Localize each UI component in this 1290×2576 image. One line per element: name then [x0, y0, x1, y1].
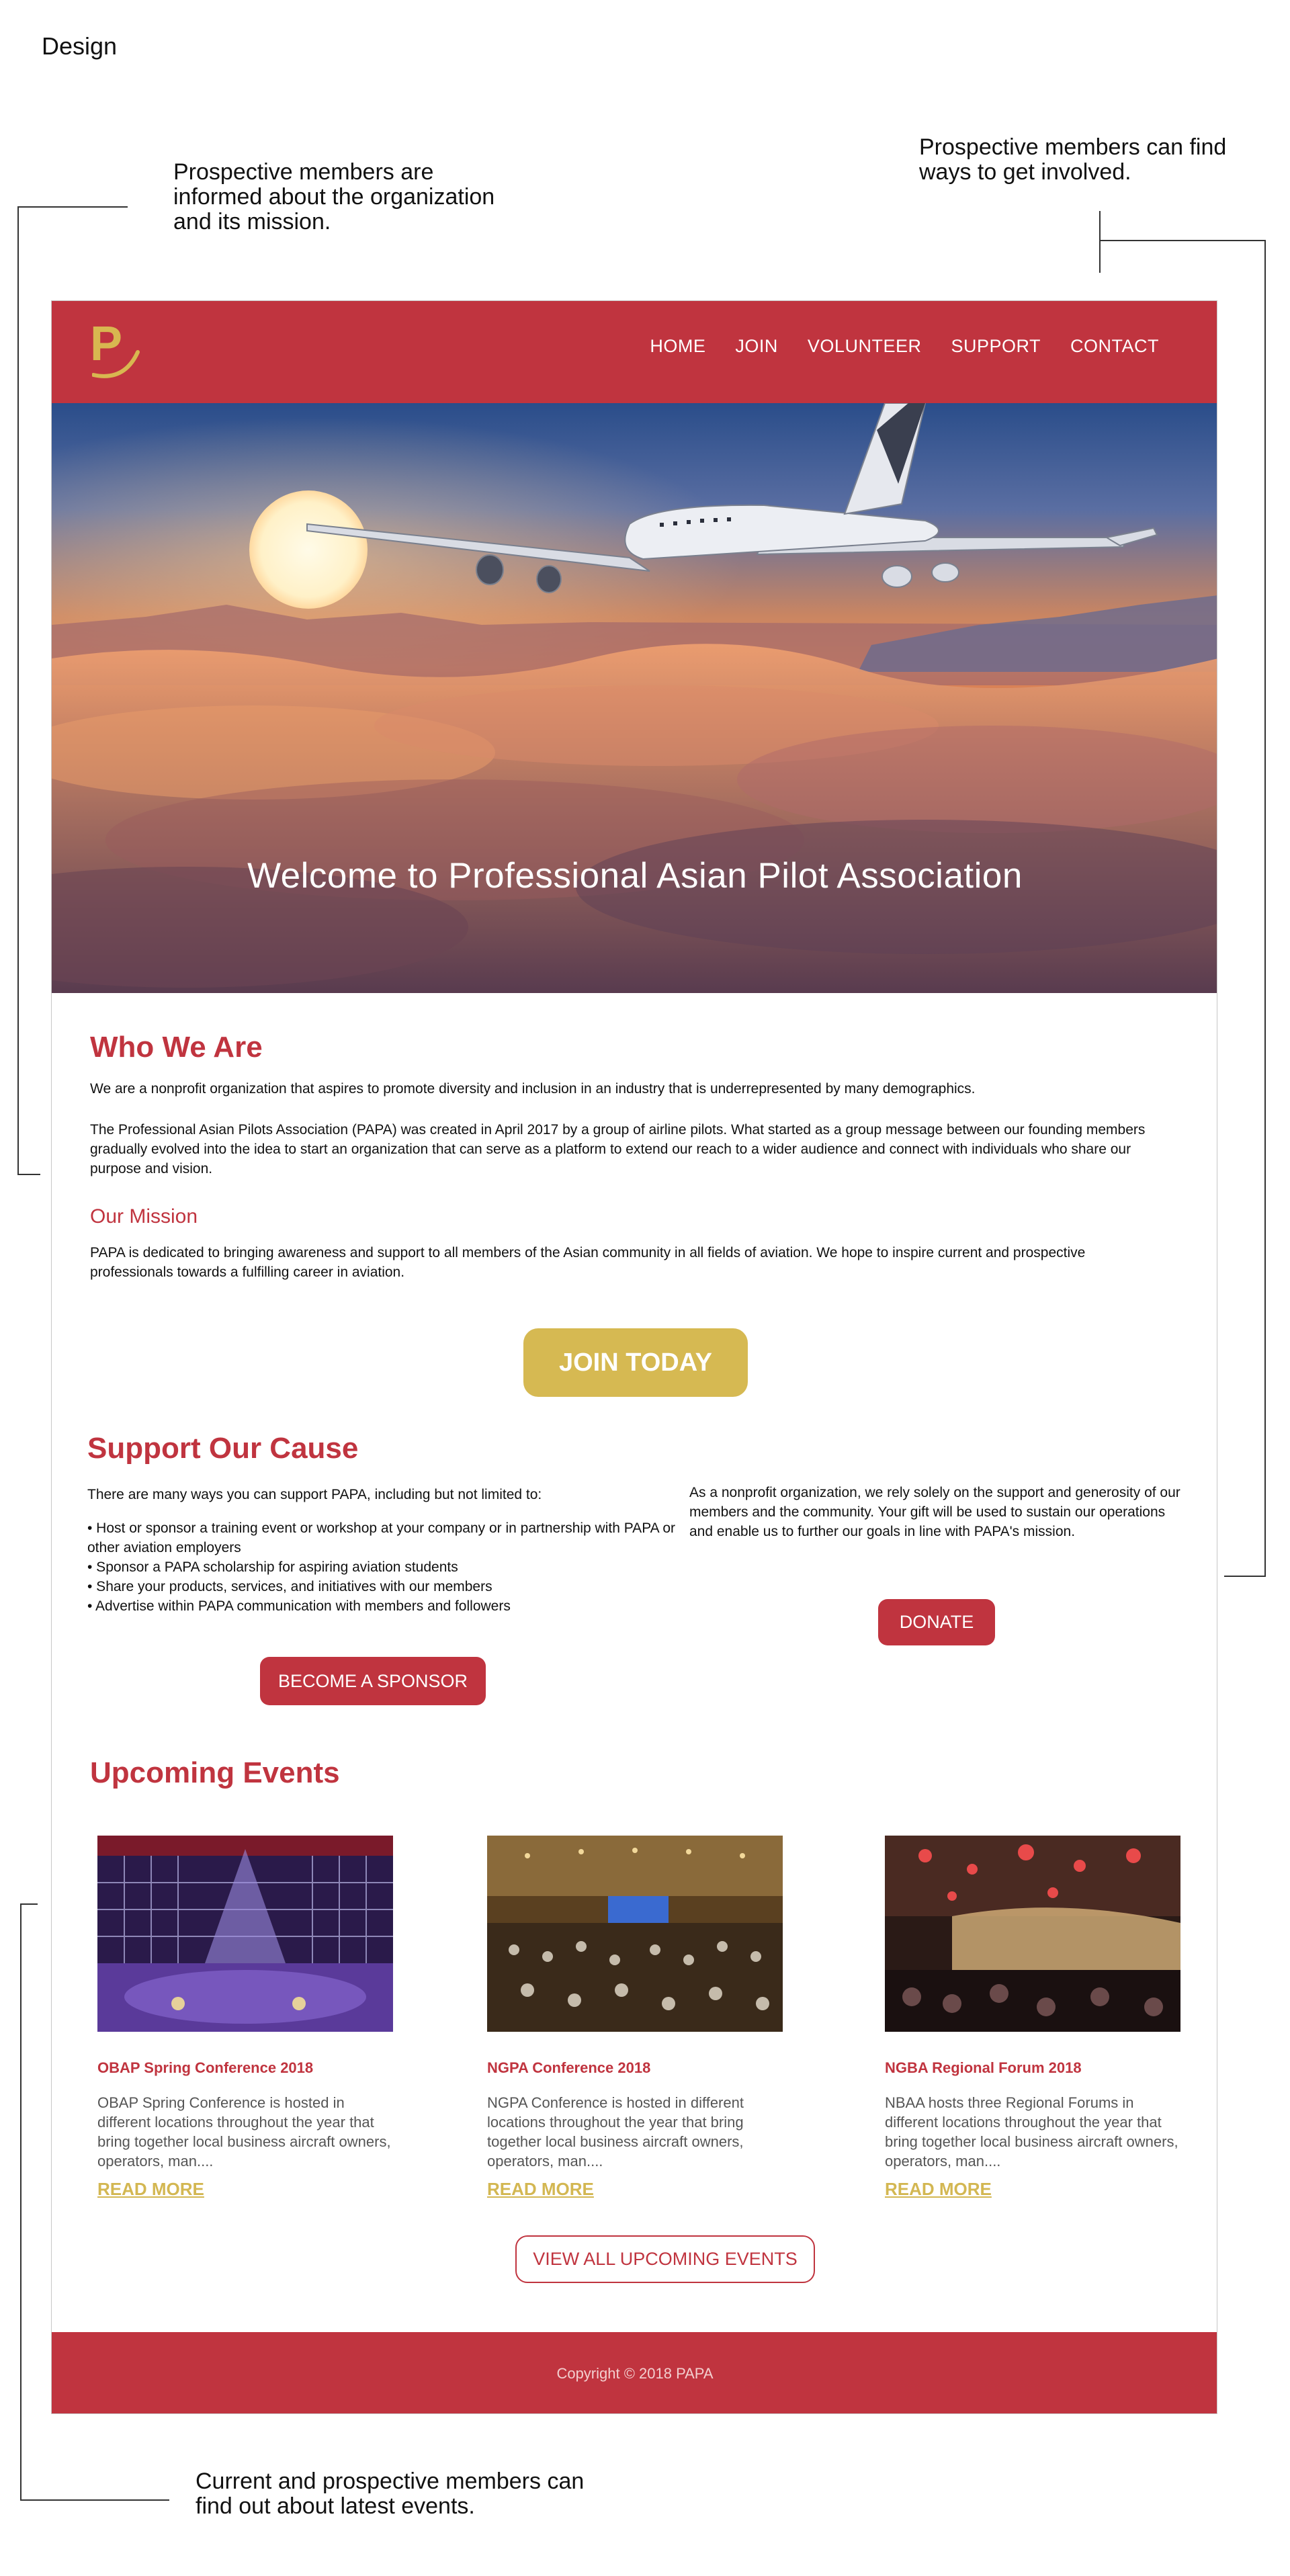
annotation-bracket-events — [20, 1903, 22, 2500]
annotation-bracket-involved-right — [1264, 240, 1266, 1576]
annotation-involved: Prospective members can find ways to get… — [919, 134, 1227, 185]
site-header: P HOME JOIN VOLUNTEER SUPPORT CONTACT — [52, 301, 1217, 403]
event-image[interactable] — [885, 1836, 1180, 2032]
read-more-link[interactable]: READ MORE — [885, 2179, 992, 2200]
donation-text: As a nonprofit organization, we rely sol… — [689, 1485, 1180, 1539]
event-description: NGPA Conference is hosted in different l… — [487, 2094, 744, 2170]
list-item: • Sponsor a PAPA scholarship for aspirin… — [87, 1559, 458, 1575]
donate-button[interactable]: DONATE — [878, 1599, 995, 1645]
event-image[interactable] — [487, 1836, 783, 2032]
mission-text: PAPA is dedicated to bringing awareness … — [90, 1245, 1086, 1280]
hero-banner: Welcome to Professional Asian Pilot Asso… — [52, 403, 1217, 993]
annotation-bracket-involved-bottom — [1224, 1576, 1266, 1577]
event-title[interactable]: NGPA Conference 2018 — [487, 2059, 796, 2077]
list-item: • Advertise within PAPA communication wi… — [87, 1598, 511, 1614]
event-description: NBAA hosts three Regional Forums in diff… — [885, 2094, 1178, 2170]
hero-title: Welcome to Professional Asian Pilot Asso… — [247, 856, 1023, 896]
annotation-bracket-events-bottom — [20, 2499, 169, 2501]
view-all-events-button[interactable]: VIEW ALL UPCOMING EVENTS — [515, 2235, 815, 2283]
copyright-text: Copyright © 2018 PAPA — [556, 2364, 714, 2382]
support-intro: There are many ways you can support PAPA… — [87, 1487, 542, 1502]
support-list: • Host or sponsor a training event or wo… — [87, 1518, 679, 1616]
website-mockup: P HOME JOIN VOLUNTEER SUPPORT CONTACT We… — [51, 300, 1217, 2414]
hero-image — [52, 403, 1217, 993]
event-card: NGPA Conference 2018 NGPA Conference is … — [487, 1836, 796, 2200]
who-we-are-heading: Who We Are — [90, 1031, 263, 1064]
nav-volunteer[interactable]: VOLUNTEER — [808, 336, 922, 357]
event-image[interactable] — [97, 1836, 393, 2032]
become-sponsor-button[interactable]: BECOME A SPONSOR — [260, 1657, 486, 1705]
events-heading: Upcoming Events — [90, 1756, 340, 1789]
annotation-bracket-involved-top — [1099, 240, 1266, 241]
nav-join[interactable]: JOIN — [735, 336, 778, 357]
who-we-are-history: The Professional Asian Pilots Associatio… — [90, 1122, 1146, 1176]
site-footer: Copyright © 2018 PAPA — [52, 2332, 1217, 2413]
event-title[interactable]: OBAP Spring Conference 2018 — [97, 2059, 406, 2077]
annotation-bracket-about — [17, 206, 19, 1174]
annotation-about: Prospective members are informed about t… — [173, 159, 495, 234]
annotation-bracket-about-top — [17, 206, 128, 208]
read-more-link[interactable]: READ MORE — [487, 2179, 594, 2200]
annotation-bracket-about-bottom — [17, 1174, 40, 1175]
list-item: • Host or sponsor a training event or wo… — [87, 1520, 675, 1555]
main-nav: HOME JOIN VOLUNTEER SUPPORT CONTACT — [650, 336, 1159, 357]
event-description: OBAP Spring Conference is hosted in diff… — [97, 2094, 391, 2170]
annotation-bracket-events-top — [20, 1903, 38, 1905]
event-card: OBAP Spring Conference 2018 OBAP Spring … — [97, 1836, 406, 2200]
mission-heading: Our Mission — [90, 1205, 198, 1228]
nav-home[interactable]: HOME — [650, 336, 705, 357]
read-more-link[interactable]: READ MORE — [97, 2179, 204, 2200]
list-item: • Share your products, services, and ini… — [87, 1579, 492, 1594]
event-title[interactable]: NGBA Regional Forum 2018 — [885, 2059, 1194, 2077]
support-heading: Support Our Cause — [87, 1432, 359, 1465]
nav-support[interactable]: SUPPORT — [951, 336, 1041, 357]
design-label: Design — [42, 32, 118, 60]
annotation-bracket-involved — [1099, 211, 1101, 273]
event-card: NGBA Regional Forum 2018 NBAA hosts thre… — [885, 1836, 1194, 2200]
nav-contact[interactable]: CONTACT — [1070, 336, 1159, 357]
who-we-are-intro: We are a nonprofit organization that asp… — [90, 1081, 976, 1097]
annotation-events: Current and prospective members can find… — [196, 2468, 585, 2519]
logo-arc-icon — [92, 350, 140, 378]
join-today-button[interactable]: JOIN TODAY — [523, 1328, 748, 1397]
